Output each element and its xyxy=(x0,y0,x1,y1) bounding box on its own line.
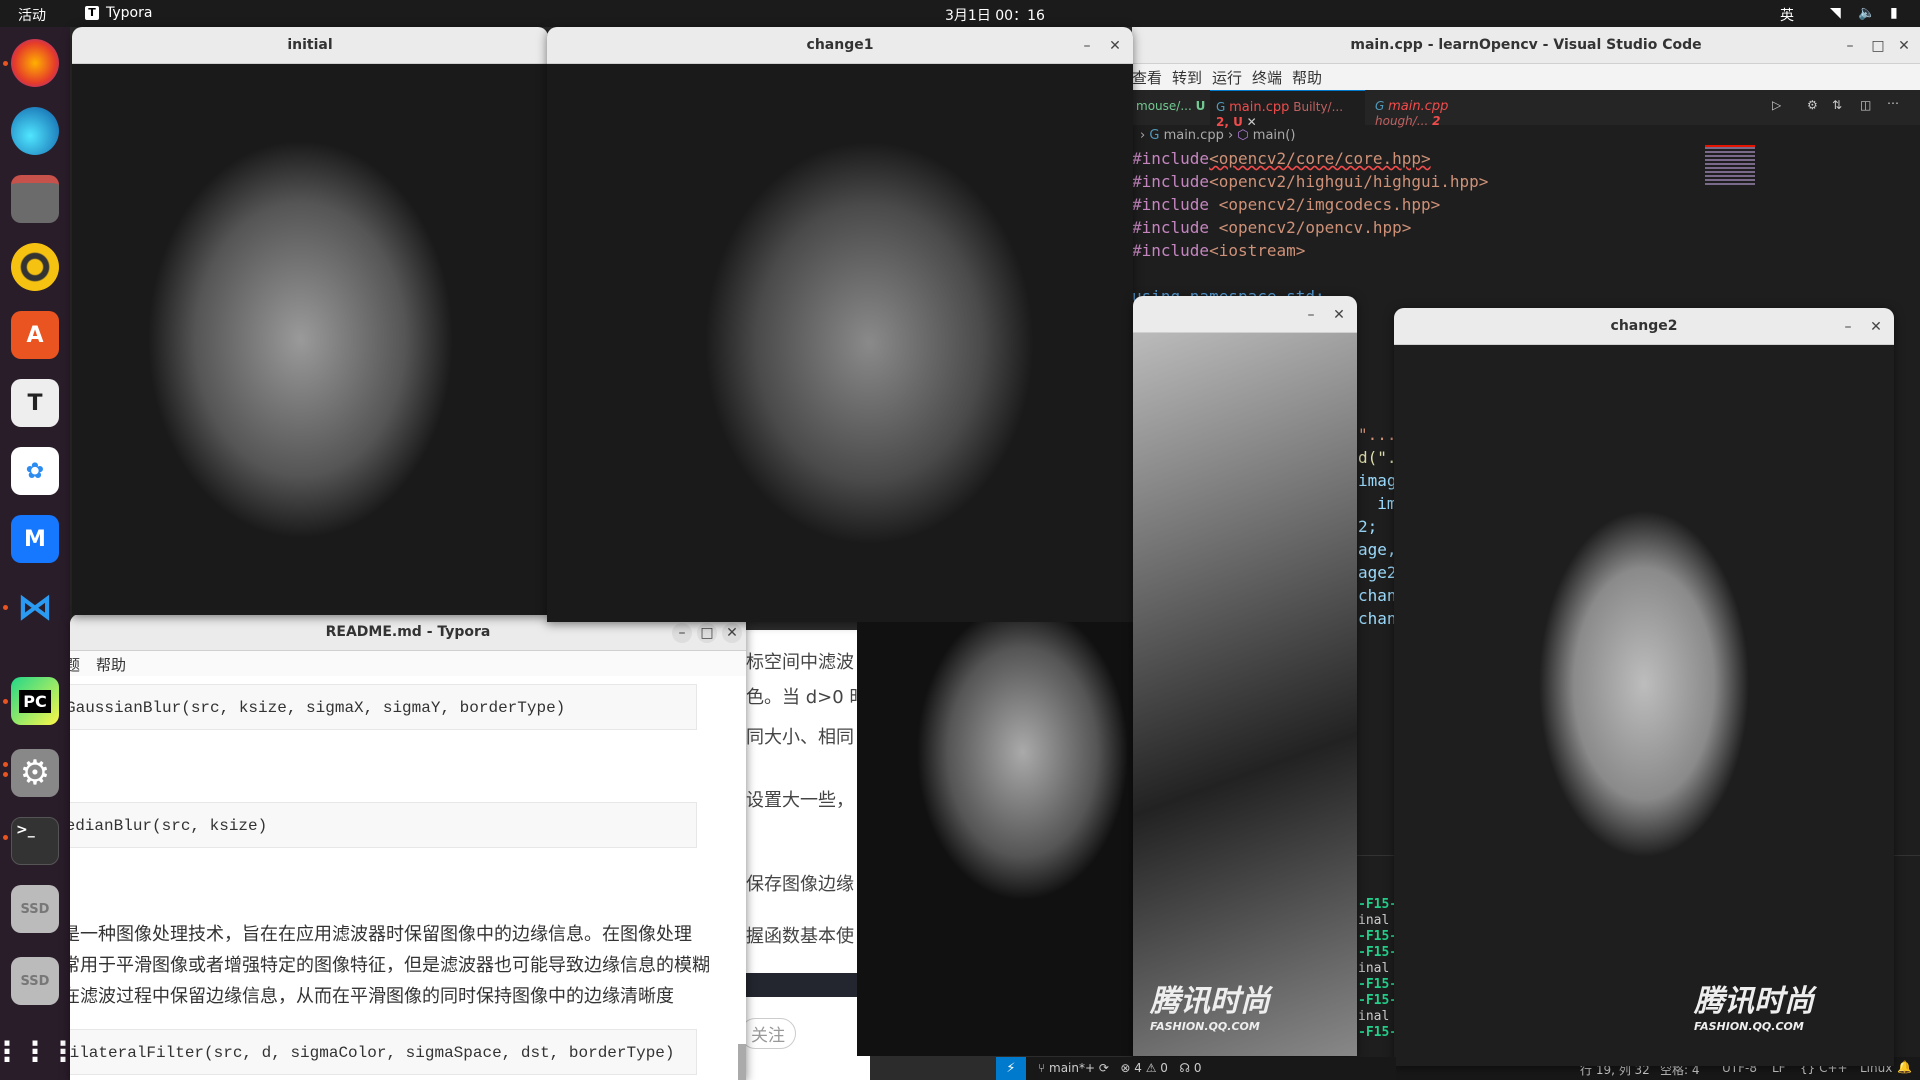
initial-window: initial xyxy=(72,27,548,615)
code-block[interactable]: GaussianBlur(src, ksize, sigmaX, sigmaY,… xyxy=(70,684,697,730)
close-button[interactable]: ✕ xyxy=(1866,317,1886,337)
typora-icon[interactable]: T xyxy=(11,379,59,427)
clock[interactable]: 3月1日 00：16 xyxy=(945,5,1045,25)
baidu-netdisk-icon[interactable]: ✿ xyxy=(11,447,59,495)
status-bar-left: ⑂ main*+ ⟳ ⊗ 4 ⚠ 0 ☊ 0 xyxy=(1026,1057,1396,1080)
paragraph-line: 常用于平滑图像或者增强特定的图像特征，但是滤波器也可能导致边缘信息的模糊 xyxy=(70,955,710,976)
tab-bar: mouse/... U G main.cpp Builty/... 2, U ✕… xyxy=(1132,90,1920,129)
edge-icon[interactable] xyxy=(11,107,59,155)
maximize-button[interactable]: □ xyxy=(1868,36,1888,56)
paragraph-line: 在滤波过程中保留边缘信息，从而在平滑图像的同时保持图像中的边缘清晰度 xyxy=(70,986,674,1007)
maximize-button[interactable]: □ xyxy=(697,623,717,643)
wifi-icon[interactable]: ◥ xyxy=(1830,5,1841,21)
app-menu[interactable]: Typora xyxy=(106,5,152,21)
terminal-icon[interactable]: >_ xyxy=(11,817,59,865)
vscode-titlebar: main.cpp - learnOpencv - Visual Studio C… xyxy=(1132,27,1920,64)
ssd-drive-icon[interactable]: SSD xyxy=(11,957,59,1005)
close-button[interactable]: ✕ xyxy=(1894,36,1914,56)
app-store-icon[interactable]: A xyxy=(11,311,59,359)
branch-indicator[interactable]: ⑂ main*+ ⟳ xyxy=(1038,1061,1120,1075)
paragraph-line: 是一种图像处理技术，旨在在应用滤波器时保留图像中的边缘信息。在图像处理 xyxy=(70,924,692,945)
firefox-icon[interactable] xyxy=(11,39,59,87)
typora-app-icon: T xyxy=(85,6,99,20)
tab-main-hough[interactable]: G main.cpp hough/... 2 xyxy=(1365,90,1515,128)
battery-icon[interactable]: ▮ xyxy=(1890,5,1898,21)
menu-bar: 查看 转到 运行 终端 帮助 xyxy=(1132,64,1920,90)
code-block[interactable]: medianBlur(src, ksize) xyxy=(70,802,697,848)
window-title: initial xyxy=(287,37,333,53)
change3-titlebar: – ✕ xyxy=(1133,296,1357,333)
volume-icon[interactable]: 🔈 xyxy=(1858,5,1875,21)
change2-image xyxy=(1394,345,1894,1066)
change1-window: change1 – ✕ xyxy=(547,27,1133,622)
minimize-button[interactable]: – xyxy=(1301,305,1321,325)
minimize-button[interactable]: – xyxy=(672,623,692,643)
code-block[interactable]: bilateralFilter(src, d, sigmaColor, sigm… xyxy=(70,1029,697,1075)
follow-button[interactable]: 关注 xyxy=(740,1018,796,1049)
minimize-button[interactable]: – xyxy=(1840,36,1860,56)
gear-icon[interactable]: ⚙ xyxy=(1807,98,1818,112)
remote-button[interactable]: ⚡ xyxy=(996,1057,1026,1080)
window-title: change1 xyxy=(806,37,874,53)
dock: A T ✿ M ⋈ PC ⚙ >_ SSD SSD ⋮⋮⋮ xyxy=(0,27,77,1080)
window-title: main.cpp - learnOpencv - Visual Studio C… xyxy=(1350,37,1702,53)
more-actions-icon[interactable]: ⋯ xyxy=(1887,96,1899,110)
menu-terminal[interactable]: 终端 xyxy=(1252,67,1282,88)
change2-window: change2 – ✕ 腾讯时尚 FASHION.QQ.COM xyxy=(1394,308,1894,1066)
watermark: 腾讯时尚 FASHION.QQ.COM xyxy=(1694,984,1814,1033)
run-debug-icon[interactable]: ▷ xyxy=(1772,98,1781,112)
scrollbar[interactable] xyxy=(738,1044,746,1080)
initial-image xyxy=(72,64,548,615)
minimize-button[interactable]: – xyxy=(1077,36,1097,56)
change1-titlebar: change1 – ✕ xyxy=(547,27,1133,64)
input-method[interactable]: 英 xyxy=(1780,5,1794,25)
tab-mouse[interactable]: mouse/... U xyxy=(1132,90,1210,125)
window-title: change2 xyxy=(1610,318,1678,334)
menu-run[interactable]: 运行 xyxy=(1212,67,1242,88)
browser-article: 标空间中滤波 色。当 d>0 时 同大小、相同 设置大一些， 保存图像边缘 握函… xyxy=(740,630,870,1080)
menu-bar: 主题 帮助 xyxy=(70,651,746,676)
change2-titlebar: change2 – ✕ xyxy=(1394,308,1894,345)
files-icon[interactable] xyxy=(11,175,59,223)
ports-indicator[interactable]: ☊ 0 xyxy=(1179,1061,1201,1075)
split-editor-icon[interactable]: ◫ xyxy=(1860,98,1871,112)
close-button[interactable]: ✕ xyxy=(1105,36,1125,56)
close-button[interactable]: ✕ xyxy=(1329,305,1349,325)
initial-titlebar: initial xyxy=(72,27,548,64)
problems-indicator[interactable]: ⊗ 4 ⚠ 0 xyxy=(1120,1061,1179,1075)
app-grid-icon[interactable]: ⋮⋮⋮ xyxy=(0,1027,77,1075)
filtered-image-lower xyxy=(857,622,1133,1056)
minimize-button[interactable]: – xyxy=(1838,317,1858,337)
change3-image xyxy=(1133,333,1357,1056)
source-control-icon[interactable]: ⇅ xyxy=(1832,98,1842,112)
watermark: 腾讯时尚 FASHION.QQ.COM xyxy=(1150,984,1270,1033)
breadcrumb: › G main.cpp › ⬡ main() xyxy=(1140,128,1296,143)
menu-view[interactable]: 查看 xyxy=(1132,67,1162,88)
change1-image xyxy=(547,64,1133,622)
menu-theme[interactable]: 主题 xyxy=(70,654,80,675)
pycharm-icon[interactable]: PC xyxy=(11,677,59,725)
bell-icon[interactable]: 🔔 xyxy=(1897,1060,1912,1074)
minimap[interactable] xyxy=(1705,145,1755,185)
lanxin-icon[interactable]: M xyxy=(11,515,59,563)
window-title: README.md - Typora xyxy=(325,624,491,640)
rhythmbox-icon[interactable] xyxy=(11,243,59,291)
menu-go[interactable]: 转到 xyxy=(1172,67,1202,88)
settings-icon[interactable]: ⚙ xyxy=(11,749,59,797)
menu-help[interactable]: 帮助 xyxy=(96,654,126,675)
menu-help[interactable]: 帮助 xyxy=(1292,67,1322,88)
change3-window: – ✕ xyxy=(1133,296,1357,1056)
top-bar: 活动 T Typora 3月1日 00：16 英 ◥ 🔈 ▮ xyxy=(0,0,1920,27)
tab-main-builty[interactable]: G main.cpp Builty/... 2, U ✕ xyxy=(1210,90,1365,129)
ssd-drive-icon[interactable]: SSD xyxy=(11,885,59,933)
typora-window: README.md - Typora – □ ✕ 主题 帮助 GaussianB… xyxy=(70,614,746,1080)
vscode-icon[interactable]: ⋈ xyxy=(11,583,59,631)
activities-button[interactable]: 活动 xyxy=(18,5,46,25)
close-button[interactable]: ✕ xyxy=(722,623,742,643)
